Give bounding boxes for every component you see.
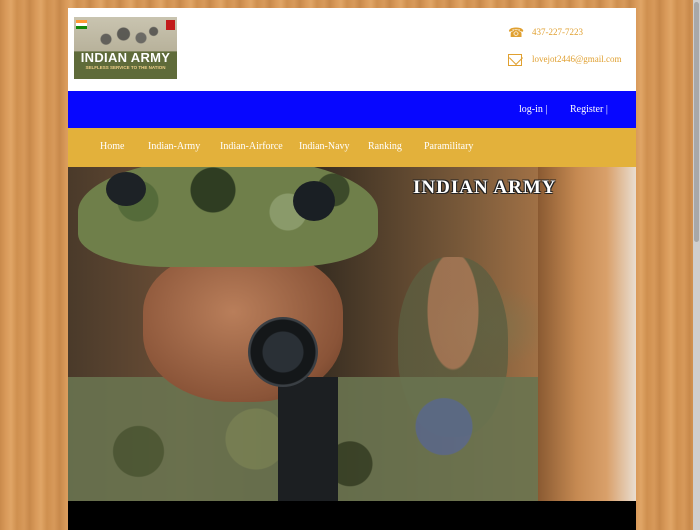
goggle-right [293,181,335,221]
soldiers-graphic [92,21,162,47]
hero-background-door [538,167,636,501]
rifle-scope [248,317,318,387]
hero-banner: INDIAN ARMY [68,167,636,501]
indian-army-logo[interactable]: INDIAN ARMY SELFLESS SERVICE TO THE NATI… [74,17,177,79]
footer-bar [68,501,636,530]
logo-tagline: SELFLESS SERVICE TO THE NATION [85,65,166,70]
phone-contact: ☎ 437-227-7223 [508,25,583,40]
account-bar: log-in | Register | [68,91,636,128]
email-contact: lovejot2446@gmail.com [508,54,622,66]
nav-item-paramilitary[interactable]: Paramilitary [424,141,473,152]
main-nav: Home Indian-Army Indian-Airforce Indian-… [68,128,636,167]
scrollbar-thumb[interactable] [694,2,699,242]
register-link[interactable]: Register | [570,104,608,115]
army-emblem-icon [166,20,175,30]
envelope-icon [508,54,522,66]
nav-item-home[interactable]: Home [100,141,124,152]
page-container: INDIAN ARMY SELFLESS SERVICE TO THE NATI… [68,8,636,530]
logo-title: INDIAN ARMY [80,50,171,65]
nav-item-indian-airforce[interactable]: Indian-Airforce [220,141,283,152]
indian-flag-icon [76,20,87,29]
login-link[interactable]: log-in | [519,104,547,115]
goggle-left [106,172,146,206]
page-scrollbar[interactable] [693,0,700,530]
phone-icon: ☎ [508,25,525,40]
site-header: INDIAN ARMY SELFLESS SERVICE TO THE NATI… [68,8,636,91]
email-address[interactable]: lovejot2446@gmail.com [532,54,622,64]
hero-caption: INDIAN ARMY [413,177,557,198]
nav-item-ranking[interactable]: Ranking [368,141,402,152]
phone-number: 437-227-7223 [532,27,583,38]
nav-item-indian-navy[interactable]: Indian-Navy [299,141,350,152]
nav-item-indian-army[interactable]: Indian-Army [148,141,200,152]
rifle [278,377,338,501]
